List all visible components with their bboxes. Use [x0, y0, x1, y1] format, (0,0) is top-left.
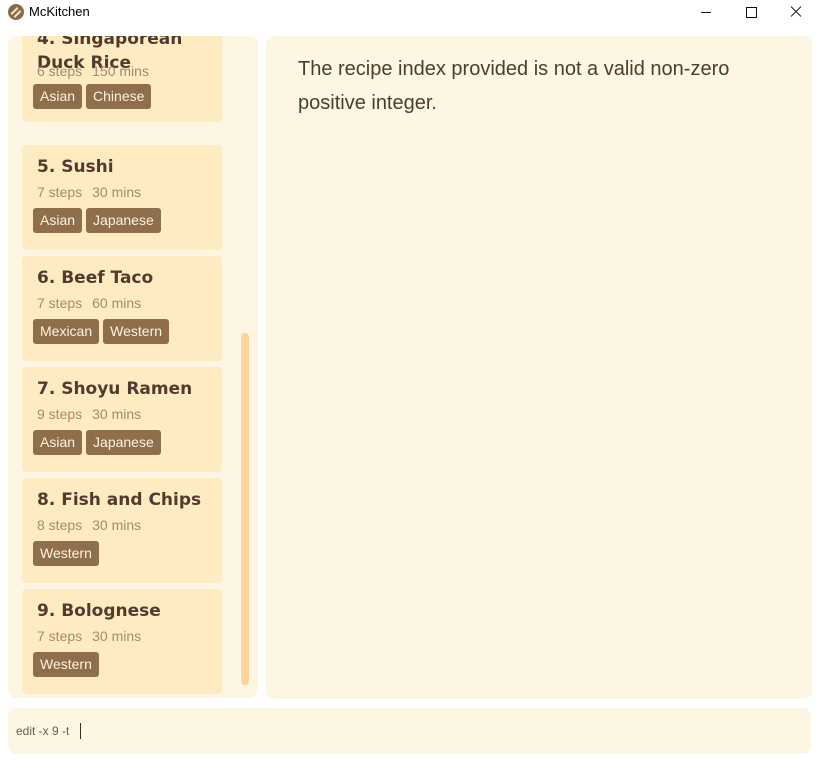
recipe-card[interactable]: 4. Singaporean Duck Rice 6 steps 150 mins… — [22, 36, 222, 122]
recipe-tag: Japanese — [86, 430, 161, 455]
recipe-meta: 6 steps 150 mins — [37, 63, 149, 79]
recipe-meta: 9 steps 30 mins — [37, 406, 141, 422]
result-message: The recipe index provided is not a valid… — [298, 58, 730, 114]
recipe-card[interactable]: 7. Shoyu Ramen 9 steps 30 mins Asian Japa… — [22, 367, 222, 472]
recipe-list-panel[interactable]: 4. Singaporean Duck Rice 6 steps 150 mins… — [8, 36, 258, 698]
recipe-tags: Western — [33, 652, 99, 677]
recipe-detail-panel: The recipe index provided is not a valid… — [266, 36, 812, 699]
recipe-tags: Asian Japanese — [33, 208, 161, 233]
maximize-icon — [745, 6, 757, 18]
recipe-steps: 7 steps — [37, 184, 83, 200]
recipe-title: 5. Sushi — [37, 157, 114, 177]
recipe-tag: Japanese — [86, 208, 161, 233]
recipe-card[interactable]: 5. Sushi 7 steps 30 mins Asian Japanese — [22, 145, 222, 250]
mckitchen-logo-icon — [8, 4, 24, 20]
recipe-tags: Asian Chinese — [33, 84, 152, 109]
recipe-steps: 9 steps — [37, 406, 83, 422]
recipe-tag: Mexican — [33, 319, 100, 344]
recipe-card[interactable]: 6. Beef Taco 7 steps 60 mins Mexican West… — [22, 256, 222, 361]
command-box[interactable] — [8, 708, 811, 754]
recipe-time: 30 mins — [92, 184, 142, 200]
title-bar: McKitchen — [0, 0, 817, 24]
minimize-icon — [701, 11, 711, 13]
text-caret — [80, 723, 81, 739]
recipe-tag: Asian — [33, 430, 83, 455]
recipe-steps: 6 steps — [37, 63, 83, 79]
window-title: McKitchen — [29, 4, 90, 19]
recipe-meta: 8 steps 30 mins — [37, 517, 141, 533]
recipe-tag: Chinese — [86, 84, 152, 109]
recipe-meta: 7 steps 30 mins — [37, 184, 141, 200]
recipe-tag: Asian — [33, 208, 83, 233]
recipe-time: 30 mins — [92, 406, 142, 422]
recipe-tag: Western — [33, 541, 99, 566]
recipe-tag: Western — [33, 652, 99, 677]
command-input[interactable] — [16, 722, 796, 740]
recipe-card[interactable]: 8. Fish and Chips 8 steps 30 mins Western — [22, 478, 222, 583]
recipe-tags: Western — [33, 541, 99, 566]
close-button[interactable] — [773, 0, 817, 24]
recipe-time: 30 mins — [92, 517, 142, 533]
recipe-title: 8. Fish and Chips — [37, 490, 202, 510]
recipe-time: 60 mins — [92, 295, 142, 311]
recipe-tag: Western — [103, 319, 170, 344]
minimize-button[interactable] — [683, 0, 729, 24]
recipe-tags: Asian Japanese — [33, 430, 161, 455]
maximize-button[interactable] — [728, 0, 774, 24]
recipe-time: 30 mins — [92, 628, 142, 644]
recipe-title: 9. Bolognese — [37, 601, 161, 621]
recipe-title: 6. Beef Taco — [37, 268, 154, 288]
recipe-title: 7. Shoyu Ramen — [37, 379, 193, 399]
recipe-meta: 7 steps 60 mins — [37, 295, 141, 311]
recipe-card[interactable]: 9. Bolognese 7 steps 30 mins Western — [22, 589, 222, 694]
recipe-meta: 7 steps 30 mins — [37, 628, 141, 644]
recipe-steps: 8 steps — [37, 517, 83, 533]
recipe-steps: 7 steps — [37, 295, 83, 311]
recipe-steps: 7 steps — [37, 628, 83, 644]
recipe-list-scrollbar[interactable] — [241, 333, 249, 685]
recipe-time: 150 mins — [92, 63, 149, 79]
recipe-tags: Mexican Western — [33, 319, 170, 344]
close-icon — [790, 6, 802, 18]
recipe-tag: Asian — [33, 84, 83, 109]
